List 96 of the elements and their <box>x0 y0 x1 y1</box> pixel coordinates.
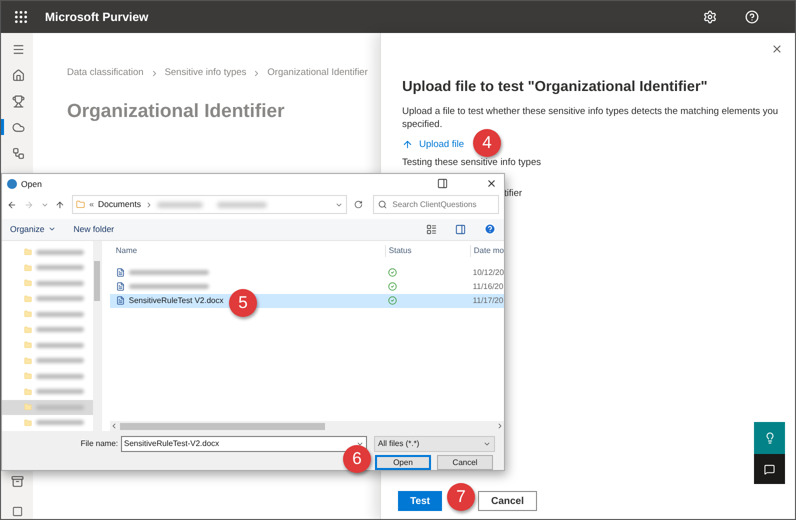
folder-icon <box>24 264 32 272</box>
redacted-text <box>36 342 84 348</box>
file-row[interactable]: 10/12/20 <box>110 266 504 280</box>
redacted-text <box>36 327 84 332</box>
folder-icon <box>24 248 32 256</box>
breadcrumb-link[interactable]: Data classification <box>67 66 144 80</box>
dialog-title: Open <box>21 178 42 190</box>
sync-status-icon <box>388 268 397 277</box>
settings-icon[interactable] <box>703 10 717 24</box>
file-date: 11/17/20 <box>472 294 504 306</box>
column-header[interactable]: Date mo <box>470 244 504 256</box>
view-options-icon[interactable] <box>426 224 437 235</box>
up-icon[interactable] <box>55 200 66 210</box>
window-icon[interactable] <box>437 178 448 190</box>
upload-icon <box>402 139 414 150</box>
file-date: 10/12/20 <box>472 266 504 278</box>
folder-icon <box>24 310 32 318</box>
breadcrumb-link[interactable]: Organizational Identifier <box>267 66 368 80</box>
sync-status-icon <box>388 296 397 305</box>
document-icon <box>116 282 125 291</box>
folder-icon <box>24 418 32 427</box>
redacted-text <box>36 374 84 379</box>
document-icon <box>116 268 125 277</box>
sync-status-icon <box>388 282 397 291</box>
column-header[interactable]: Name <box>110 244 385 256</box>
folder-icon <box>24 294 32 303</box>
cloud-icon <box>12 120 25 134</box>
app-title: Microsoft Purview <box>45 9 148 26</box>
recent-icon[interactable] <box>40 200 48 209</box>
dropdown-icon <box>483 440 491 448</box>
help-icon[interactable] <box>745 10 759 24</box>
folder-icon <box>24 279 32 288</box>
redacted-text <box>36 389 84 394</box>
redacted-text <box>36 280 84 286</box>
app-icon <box>7 178 17 189</box>
path-segment[interactable]: Documents <box>98 198 141 212</box>
redacted-text <box>36 404 84 410</box>
scrollbar[interactable] <box>110 421 504 431</box>
page-title: Organizational Identifier <box>67 100 286 124</box>
toolbar-button[interactable]: Organize <box>10 222 56 236</box>
folder-icon <box>24 326 32 334</box>
document-icon <box>116 296 125 305</box>
preview-pane-icon[interactable] <box>455 224 466 235</box>
feedback-button[interactable] <box>754 454 785 484</box>
panel-title: Upload file to test "Organizational Identifier" <box>402 78 708 97</box>
home-icon <box>12 68 25 82</box>
redacted-text <box>36 420 84 426</box>
panel-description: Upload a file to test whether these sensitive info types detects the matching elements you specified. <box>402 104 780 131</box>
rail-icon[interactable] <box>12 506 22 517</box>
scrollbar[interactable] <box>92 240 101 431</box>
file-date: 11/16/20 <box>472 280 504 292</box>
back-icon[interactable] <box>7 200 17 210</box>
breadcrumb-link[interactable]: Sensitive info types <box>164 66 246 80</box>
redacted-text <box>36 358 84 364</box>
file-type-select[interactable]: All files (*.*) <box>374 436 495 452</box>
folder-icon <box>24 341 32 350</box>
refresh-icon[interactable] <box>354 200 362 210</box>
redacted-text <box>36 265 84 270</box>
flowchart-icon <box>12 146 25 160</box>
chat-icon <box>764 464 775 474</box>
toolbar-button[interactable]: New folder <box>74 222 114 236</box>
upload-file-link[interactable]: Upload file <box>402 138 464 152</box>
search-icon <box>378 200 388 210</box>
close-icon[interactable] <box>486 178 497 190</box>
open-button[interactable]: Open <box>375 455 431 470</box>
file-name: SensitiveRuleTest V2.docx <box>128 294 224 306</box>
redacted-text <box>36 296 84 302</box>
redacted-text <box>156 202 203 208</box>
archive-icon[interactable] <box>10 475 24 488</box>
cancel-button[interactable]: Cancel <box>437 455 493 470</box>
column-header[interactable]: Status <box>384 244 470 256</box>
redacted-text <box>36 312 84 317</box>
help-icon[interactable] <box>484 223 496 236</box>
folder-icon <box>24 356 32 365</box>
redacted-text <box>216 202 267 208</box>
section-label: Testing these sensitive info types <box>402 157 542 168</box>
file-name-field[interactable]: SensitiveRuleTest-V2.docx <box>121 436 367 452</box>
folder-icon <box>76 200 86 210</box>
cancel-button[interactable]: Cancel <box>478 491 537 511</box>
address-bar[interactable]: « Documents <box>72 195 347 214</box>
folder-icon <box>24 372 32 380</box>
trophy-icon <box>12 94 25 108</box>
folder-icon <box>24 403 32 412</box>
close-icon[interactable] <box>771 43 783 55</box>
file-name-label: File name: <box>80 438 119 450</box>
redacted-text <box>36 250 84 255</box>
folder-icon <box>24 388 32 396</box>
dropdown-icon <box>356 440 364 448</box>
search-field[interactable]: Search ClientQuestions <box>373 195 499 214</box>
menu-icon <box>12 42 25 56</box>
lightbulb-icon <box>764 432 776 444</box>
test-button[interactable]: Test <box>398 491 442 511</box>
scroll-right-icon[interactable] <box>496 422 504 430</box>
app-launcher-icon[interactable] <box>13 9 29 25</box>
path-overflow[interactable]: « <box>89 198 94 212</box>
info-type-name: tifier <box>504 187 524 201</box>
